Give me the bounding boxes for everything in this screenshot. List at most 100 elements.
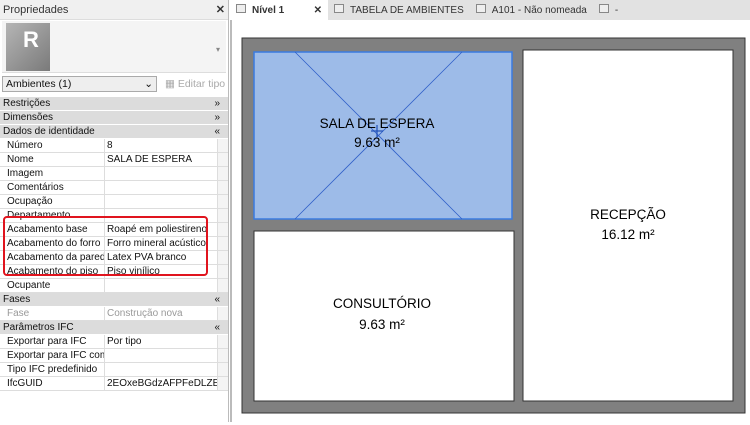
property-row[interactable]: Comentários: [0, 181, 228, 195]
room-recepcao[interactable]: [522, 49, 734, 402]
type-selector[interactable]: Ambientes (1) ⌄: [2, 75, 157, 92]
edit-cell-button[interactable]: [217, 209, 228, 222]
property-label: Tipo IFC predefinido: [0, 363, 105, 376]
property-row[interactable]: Ocupação: [0, 195, 228, 209]
edit-cell-button[interactable]: [217, 237, 228, 250]
property-row[interactable]: IfcGUID2EOxeBGdzAFPFeDLZEev...: [0, 377, 228, 391]
group-label: Parâmetros IFC: [3, 322, 74, 333]
room-area: 9.63 m²: [354, 135, 400, 150]
group-label: Restrições: [3, 98, 51, 109]
room-area: 16.12 m²: [601, 227, 655, 242]
edit-cell-button[interactable]: [217, 167, 228, 180]
edit-type-label: Editar tipo: [177, 77, 226, 90]
edit-cell-button[interactable]: [217, 363, 228, 376]
group-ifc[interactable]: Parâmetros IFC «: [0, 321, 228, 335]
chevron-down-icon: ⌄: [144, 77, 153, 90]
group-dimensoes[interactable]: Dimensões »: [0, 111, 228, 125]
edit-cell-button[interactable]: [217, 181, 228, 194]
property-label: Imagem: [0, 167, 105, 180]
property-value[interactable]: [105, 167, 217, 180]
group-label: Dimensões: [3, 112, 54, 123]
property-row[interactable]: Fase Construção nova: [0, 307, 228, 321]
tab-view[interactable]: -: [593, 0, 624, 20]
expand-icon[interactable]: »: [214, 112, 220, 123]
property-label: Exportar para IFC como: [0, 349, 105, 362]
edit-cell-button[interactable]: [217, 377, 228, 390]
property-value[interactable]: [105, 279, 217, 292]
floor-plan: SALA DE ESPERA 9.63 m² CONSULTÓRIO 9.63 …: [241, 37, 746, 414]
edit-cell-button[interactable]: [217, 335, 228, 348]
property-row[interactable]: Número 8: [0, 139, 228, 153]
properties-header: Propriedades ✕: [0, 0, 228, 20]
view-icon: [598, 4, 609, 13]
close-icon[interactable]: ✕: [314, 5, 322, 16]
collapse-icon[interactable]: «: [214, 322, 220, 333]
edit-cell-button[interactable]: [217, 349, 228, 362]
group-label: Fases: [3, 294, 31, 305]
property-label: Comentários: [0, 181, 105, 194]
tab-view[interactable]: TABELA DE AMBIENTES: [328, 0, 470, 20]
highlight-box: [3, 216, 208, 276]
property-row[interactable]: Imagem: [0, 167, 228, 181]
properties-title: Propriedades: [3, 3, 69, 16]
property-value[interactable]: 8: [105, 139, 217, 152]
edit-cell-button[interactable]: [217, 153, 228, 166]
property-value[interactable]: [105, 349, 217, 362]
tab-view[interactable]: A101 - Não nomeada: [470, 0, 593, 20]
room-name: SALA DE ESPERA: [320, 116, 435, 131]
collapse-icon[interactable]: «: [214, 126, 220, 137]
chevron-down-icon[interactable]: ▾: [216, 45, 220, 54]
property-label: Fase: [0, 307, 105, 320]
property-label: Ocupação: [0, 195, 105, 208]
group-restricoes[interactable]: Restrições »: [0, 97, 228, 111]
edit-cell-button[interactable]: [217, 195, 228, 208]
group-identidade[interactable]: Dados de identidade «: [0, 125, 228, 139]
tab-label: -: [614, 5, 619, 16]
property-row[interactable]: Exportar para IFC Por tipo: [0, 335, 228, 349]
tab-view[interactable]: Nível 1 ✕: [230, 0, 328, 20]
collapse-icon[interactable]: «: [214, 294, 220, 305]
property-label: Ocupante: [0, 279, 105, 292]
group-fases[interactable]: Fases «: [0, 293, 228, 307]
revit-logo: R: [6, 23, 50, 71]
property-row[interactable]: Ocupante: [0, 279, 228, 293]
property-value[interactable]: [105, 363, 217, 376]
property-label: Exportar para IFC: [0, 335, 105, 348]
expand-icon[interactable]: »: [214, 98, 220, 109]
edit-cell-button[interactable]: [217, 265, 228, 278]
edit-type-button[interactable]: ▦ Editar tipo: [165, 78, 225, 90]
room-consultorio[interactable]: [253, 230, 515, 402]
edit-cell-button[interactable]: [217, 223, 228, 236]
room-name: CONSULTÓRIO: [333, 296, 431, 311]
schedule-icon: [334, 4, 344, 13]
property-row[interactable]: Exportar para IFC como: [0, 349, 228, 363]
tab-label: Nível 1: [252, 5, 285, 16]
property-row[interactable]: Tipo IFC predefinido: [0, 363, 228, 377]
tab-label: A101 - Não nomeada: [491, 5, 587, 16]
property-value[interactable]: SALA DE ESPERA: [105, 153, 217, 166]
edit-cell-button[interactable]: [217, 251, 228, 264]
property-label: Nome: [0, 153, 105, 166]
property-value[interactable]: [105, 181, 217, 194]
property-value[interactable]: Por tipo: [105, 335, 217, 348]
room-name: RECEPÇÃO: [590, 207, 666, 222]
property-value[interactable]: 2EOxeBGdzAFPFeDLZEev...: [105, 377, 217, 390]
room-area: 9.63 m²: [359, 317, 405, 332]
close-icon[interactable]: ✕: [216, 3, 225, 16]
floor-plan-canvas[interactable]: SALA DE ESPERA 9.63 m² CONSULTÓRIO 9.63 …: [230, 20, 750, 422]
edit-cell-button[interactable]: [217, 279, 228, 292]
group-label: Dados de identidade: [3, 126, 95, 137]
property-value[interactable]: [105, 195, 217, 208]
tab-label: TABELA DE AMBIENTES: [350, 5, 464, 16]
drawing-area: Nível 1 ✕ TABELA DE AMBIENTES A101 - Não no…: [230, 0, 750, 422]
properties-panel: Propriedades ✕ R ▾ Ambientes (1) ⌄ ▦ Edit…: [0, 0, 229, 422]
type-preview: R ▾: [2, 21, 226, 73]
view-tabs: Nível 1 ✕ TABELA DE AMBIENTES A101 - Não no…: [230, 0, 750, 20]
property-row[interactable]: Nome SALA DE ESPERA: [0, 153, 228, 167]
property-label: IfcGUID: [0, 377, 105, 390]
type-selector-value: Ambientes (1): [6, 77, 72, 90]
property-label: Número: [0, 139, 105, 152]
edit-cell-button[interactable]: [217, 139, 228, 152]
view-icon: [475, 4, 486, 13]
view-icon: [236, 4, 246, 13]
